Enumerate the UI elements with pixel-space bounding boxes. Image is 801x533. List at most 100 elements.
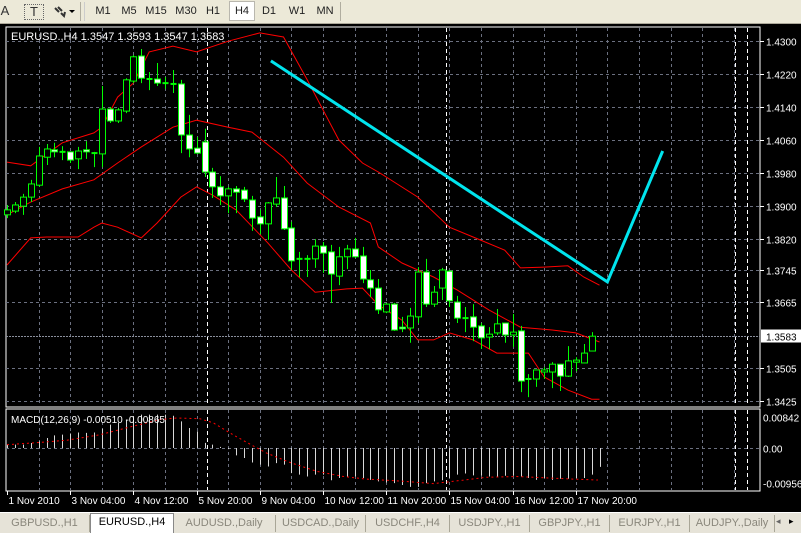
candle-body-bear — [360, 255, 367, 280]
candle — [67, 151, 74, 163]
price-tick-label: 1.3425 — [766, 398, 797, 409]
candle — [107, 106, 114, 124]
bollinger-upper-band — [6, 32, 600, 286]
chart-window[interactable]: 1.4300 1.4220 1.4140 1.4060 1.3980 1.3900 1.38… — [0, 24, 801, 512]
candle — [178, 79, 185, 154]
price-tick-label: 1.4140 — [766, 104, 797, 115]
candle — [478, 323, 485, 349]
candle — [312, 239, 319, 268]
timeframe-mn-button[interactable]: MN — [312, 2, 338, 20]
candle — [115, 107, 122, 124]
candle — [431, 286, 438, 307]
macd-label: MACD(12,26,9) -0.00510 -0.00865 — [11, 415, 165, 426]
text-label-icon[interactable]: T — [24, 4, 44, 20]
chart-tabs: AUDJPY.,Daily EURJPY.,H1 GBPJPY.,H1 USDJPY.… — [0, 512, 801, 533]
candle-body-bear — [328, 251, 335, 275]
candle — [75, 146, 82, 170]
candle-body-bull — [383, 303, 390, 313]
candle — [154, 62, 161, 87]
candle-body-bull — [589, 335, 596, 352]
tab-audusd-daily[interactable]: AUDUSD.,Daily — [173, 515, 276, 532]
timeframe-m15-button[interactable]: M15 — [142, 2, 170, 20]
candle-body-bear — [391, 303, 398, 331]
tab-eurusd-h4[interactable]: EURUSD.,H4 — [90, 513, 174, 533]
timeframe-h4-button[interactable]: H4 — [229, 1, 255, 21]
candle-body-bull — [407, 315, 414, 329]
macd-signal-line — [6, 417, 598, 485]
main-chart-frame — [5, 26, 761, 408]
candle-body-bear — [557, 363, 564, 377]
candle — [20, 193, 27, 215]
candle — [328, 244, 335, 303]
candle — [138, 48, 145, 84]
tab-usdchf-h4[interactable]: USDCHF.,H4 — [366, 515, 450, 532]
candle-body-bull — [336, 256, 343, 277]
candle-body-bull — [573, 359, 580, 363]
candle — [446, 269, 453, 307]
tab-gbpusd-h1[interactable]: GBPUSD.,H1 — [0, 515, 90, 532]
timeframe-m5-button[interactable]: M5 — [117, 2, 141, 20]
candle-body-bear — [209, 171, 216, 188]
tab-gbpjpy-h1[interactable]: GBPJPY.,H1 — [530, 515, 610, 532]
price-tick-label: 1.3900 — [766, 203, 797, 214]
candle-body-bear — [233, 188, 240, 193]
candle — [130, 55, 137, 84]
candle-body-bull — [28, 183, 35, 198]
timeframe-h1-button[interactable]: H1 — [202, 2, 224, 20]
candle-body-bear — [375, 287, 382, 311]
candle-body-bear — [288, 227, 295, 262]
price-tick-label: 1.4060 — [766, 137, 797, 148]
time-tick-label: 17 Nov 20:00 — [578, 496, 638, 507]
tab-usdcad-daily[interactable]: USDCAD.,Daily — [276, 515, 366, 532]
candle — [288, 221, 295, 270]
candle — [589, 332, 596, 352]
tab-scroll-right-icon[interactable]: ▸ — [789, 516, 794, 527]
tab-audjpy-daily[interactable]: AUDJPY.,Daily — [690, 515, 775, 532]
candle-body-bear — [249, 199, 256, 219]
candle-body-bear — [446, 270, 453, 302]
time-tick-label: 10 Nov 12:00 — [325, 496, 385, 507]
price-tick-label: 1.4300 — [766, 38, 797, 49]
toolbar-separator — [340, 2, 341, 21]
candle-body-bear — [399, 326, 406, 330]
candle-body-bull — [4, 209, 11, 216]
candle — [407, 307, 414, 343]
arrows-dropdown-icon[interactable] — [52, 2, 76, 20]
candle-body-bull — [431, 291, 438, 305]
tab-scroll-left-icon[interactable]: ◂ — [776, 516, 781, 527]
candle-body-bear — [320, 245, 327, 254]
candle — [281, 186, 288, 231]
candle — [209, 167, 216, 198]
timeframe-d1-button[interactable]: D1 — [258, 2, 280, 20]
candle — [12, 202, 19, 214]
candle-body-bull — [265, 202, 272, 225]
candle — [565, 346, 572, 377]
candle-body-bull — [581, 352, 588, 364]
candle — [360, 246, 367, 284]
time-tick-label: 11 Nov 20:00 — [388, 496, 447, 507]
candle-body-bull — [123, 79, 130, 112]
candle-body-bear — [518, 330, 525, 382]
candle-body-bull — [344, 248, 351, 258]
candle — [241, 186, 248, 203]
candle — [265, 202, 272, 240]
candle — [439, 267, 446, 300]
timeframe-m30-button[interactable]: M30 — [172, 2, 200, 20]
text-a-icon[interactable]: A — [0, 2, 10, 20]
price-tick-label: 1.3665 — [766, 299, 797, 310]
tab-usdjpy-h1[interactable]: USDJPY.,H1 — [450, 515, 530, 532]
timeframe-w1-button[interactable]: W1 — [285, 2, 309, 20]
candle-body-bull — [20, 196, 27, 207]
candle-body-bull — [533, 369, 540, 380]
candle-body-bull — [439, 269, 446, 289]
candle — [454, 295, 461, 324]
candle — [533, 369, 540, 387]
tab-eurjpy-h1[interactable]: EURJPY.,H1 — [610, 515, 690, 532]
candle-body-bear — [67, 151, 74, 161]
candle-body-bear — [352, 248, 359, 258]
trendline[interactable] — [270, 59, 665, 285]
candle — [415, 267, 422, 324]
candle-body-bear — [178, 83, 185, 136]
timeframe-m1-button[interactable]: M1 — [92, 2, 114, 20]
price-chart[interactable]: 1.4300 1.4220 1.4140 1.4060 1.3980 1.3900 1.38… — [0, 24, 801, 512]
